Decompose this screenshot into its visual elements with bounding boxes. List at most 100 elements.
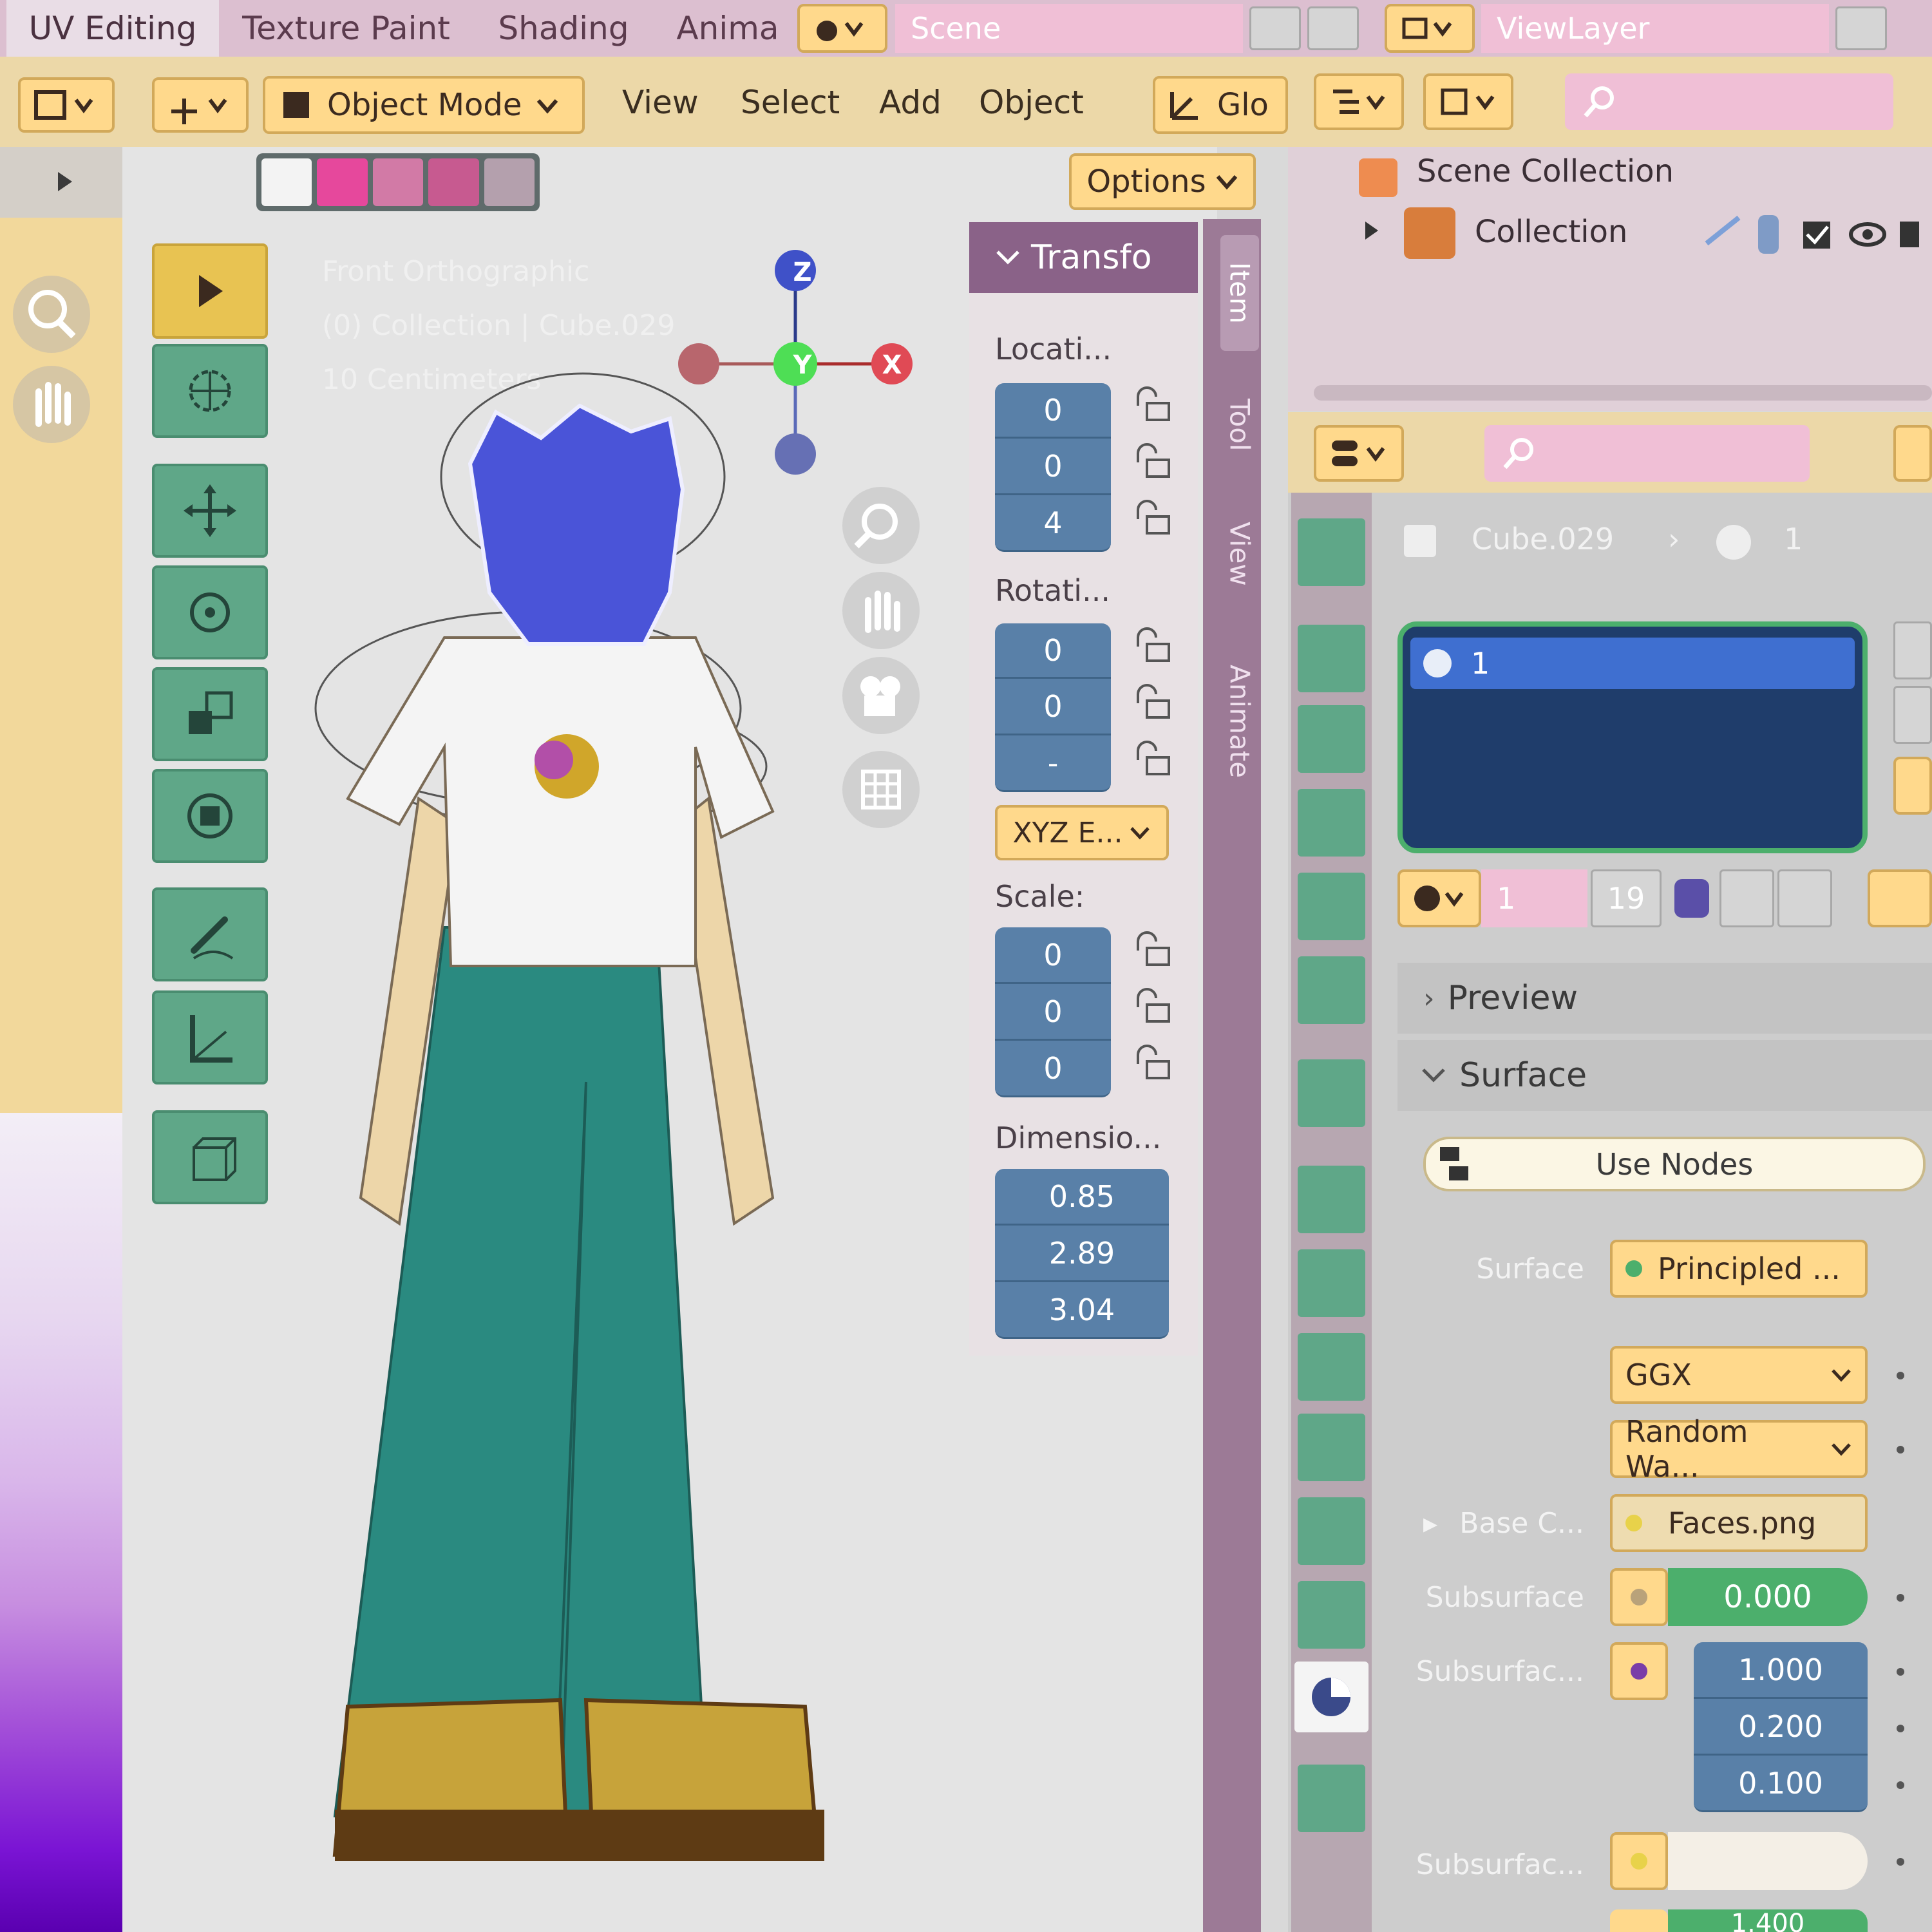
data-tab-icon[interactable] — [1298, 1581, 1365, 1649]
scene-name-field[interactable]: Scene — [895, 4, 1243, 53]
mode-selector[interactable]: Object Mode — [263, 76, 585, 134]
surface-shader-select[interactable]: Principled ... — [1610, 1240, 1868, 1298]
transform-panel-header[interactable]: Transfo — [969, 222, 1198, 293]
slot-specials-button[interactable] — [1893, 757, 1932, 815]
properties-search-input[interactable] — [1484, 425, 1810, 482]
pan-hand-icon[interactable] — [13, 366, 90, 443]
select-invert-icon[interactable] — [428, 158, 479, 206]
dimension-y-field[interactable]: 2.89 — [995, 1226, 1169, 1282]
tab-animate[interactable]: Animate — [1220, 638, 1259, 805]
keyframe-dot-icon[interactable] — [1897, 1781, 1904, 1789]
fake-user-shield-icon[interactable] — [1674, 879, 1709, 918]
orientation-selector[interactable]: Glo — [1153, 76, 1288, 134]
tool-select-box[interactable] — [152, 243, 268, 339]
properties-options-button[interactable] — [1893, 425, 1932, 482]
base-color-texture-select[interactable]: Faces.png — [1610, 1494, 1868, 1552]
world-tab-icon[interactable] — [1298, 956, 1365, 1024]
location-x-field[interactable]: 0 — [995, 383, 1111, 439]
outliner-scrollbar[interactable] — [1314, 385, 1932, 401]
keyframe-dot-icon[interactable] — [1897, 1668, 1904, 1676]
tab-shading[interactable]: Shading — [473, 0, 654, 57]
subsurface-radius-x-field[interactable]: 1.000 — [1694, 1642, 1868, 1699]
material-tab-icon[interactable] — [1294, 1662, 1368, 1732]
duplicate-material-icon[interactable] — [1719, 869, 1774, 927]
transform-pivot-button[interactable] — [152, 77, 249, 133]
unlink-material-icon[interactable] — [1777, 869, 1832, 927]
dimension-z-field[interactable]: 3.04 — [995, 1282, 1169, 1339]
tool-scale[interactable] — [152, 667, 268, 761]
outliner-search-input[interactable] — [1565, 73, 1893, 130]
scale-z-field[interactable]: 0 — [995, 1041, 1111, 1097]
scale-y-field[interactable]: 0 — [995, 984, 1111, 1041]
add-slot-icon[interactable] — [1893, 621, 1932, 679]
subsurface-color-swatch[interactable] — [1668, 1832, 1868, 1890]
viewlayer-selector-button[interactable] — [1385, 4, 1475, 53]
new-scene-icon[interactable] — [1249, 6, 1301, 50]
scene-selector-button[interactable] — [797, 4, 887, 53]
material-slot-row[interactable]: 1 — [1410, 638, 1855, 689]
modifier-tab-icon[interactable] — [1298, 1249, 1365, 1317]
particles-tab-icon[interactable] — [1298, 1333, 1365, 1401]
expand-arrow-icon[interactable] — [1359, 218, 1385, 243]
viewlayer-name-field[interactable]: ViewLayer — [1481, 4, 1829, 53]
tool-settings-tab-icon[interactable] — [1298, 518, 1365, 586]
zoom-icon[interactable] — [13, 276, 90, 353]
preview-panel-header[interactable]: › Preview — [1397, 963, 1932, 1034]
tool-rotate[interactable] — [152, 565, 268, 659]
delete-scene-icon[interactable] — [1307, 6, 1359, 50]
rotation-z-field[interactable]: - — [995, 735, 1111, 792]
scene-collection-label[interactable]: Scene Collection — [1417, 153, 1674, 189]
display-mode-button[interactable] — [1423, 73, 1513, 130]
output-tab-icon[interactable] — [1298, 705, 1365, 773]
tool-annotate[interactable] — [152, 887, 268, 981]
view-layer-tab-icon[interactable] — [1298, 789, 1365, 857]
dimension-x-field[interactable]: 0.85 — [995, 1169, 1169, 1226]
tab-uv-editing[interactable]: UV Editing — [6, 0, 219, 57]
browse-material-button[interactable] — [1397, 869, 1481, 927]
tab-texture-paint[interactable]: Texture Paint — [222, 0, 470, 57]
scene-tab-icon[interactable] — [1298, 873, 1365, 940]
render-tab-icon[interactable] — [1298, 625, 1365, 692]
user-count-button[interactable]: 19 — [1591, 869, 1662, 927]
keyframe-dot-icon[interactable] — [1897, 1725, 1904, 1732]
keyframe-dot-icon[interactable] — [1897, 1594, 1904, 1602]
camera-icon[interactable] — [1900, 222, 1919, 247]
options-button[interactable]: Options — [1069, 153, 1256, 210]
subsurface-value-slider[interactable]: 0.000 — [1668, 1568, 1868, 1626]
use-nodes-button[interactable]: Use Nodes — [1423, 1137, 1926, 1191]
select-new-icon[interactable] — [261, 158, 312, 206]
menu-add[interactable]: Add — [879, 84, 942, 121]
collection-tab-icon[interactable] — [1298, 1059, 1365, 1127]
filter-button[interactable] — [1868, 869, 1932, 927]
tool-cursor[interactable] — [152, 344, 268, 438]
tab-item[interactable]: Item — [1220, 235, 1259, 351]
subsurface-radius-z-field[interactable]: 0.100 — [1694, 1756, 1868, 1812]
remove-slot-icon[interactable] — [1893, 686, 1932, 744]
tool-measure[interactable] — [152, 990, 268, 1084]
subsurface-socket-button[interactable] — [1610, 1568, 1668, 1626]
tab-view[interactable]: View — [1220, 496, 1259, 612]
location-z-field[interactable]: 4 — [995, 495, 1111, 552]
keyframe-dot-icon[interactable] — [1897, 1372, 1904, 1379]
scale-x-field[interactable]: 0 — [995, 927, 1111, 984]
physics-tab-icon[interactable] — [1298, 1414, 1365, 1481]
rotation-x-field[interactable]: 0 — [995, 623, 1111, 679]
menu-object[interactable]: Object — [979, 84, 1084, 121]
location-y-field[interactable]: 0 — [995, 439, 1111, 495]
constraints-tab-icon[interactable] — [1298, 1497, 1365, 1565]
subsurface-color-socket-button[interactable] — [1610, 1832, 1668, 1890]
keyframe-dot-icon[interactable] — [1897, 1858, 1904, 1866]
distribution-select[interactable]: GGX — [1610, 1346, 1868, 1404]
collection-label[interactable]: Collection — [1475, 214, 1627, 250]
subsurface-radius-socket-button[interactable] — [1610, 1642, 1668, 1700]
tab-tool[interactable]: Tool — [1220, 367, 1259, 483]
rotation-y-field[interactable]: 0 — [995, 679, 1111, 735]
new-viewlayer-icon[interactable] — [1835, 6, 1887, 50]
object-tab-icon[interactable] — [1298, 1166, 1365, 1233]
expand-arrow-icon[interactable] — [52, 169, 77, 194]
subsurface-radius-y-field[interactable]: 0.200 — [1694, 1699, 1868, 1756]
next-value-slider[interactable]: 1.400 — [1668, 1909, 1868, 1932]
hide-toggle-icon[interactable] — [1758, 215, 1779, 254]
outliner-editor-type-button[interactable] — [1314, 73, 1404, 130]
keyframe-dot-icon[interactable] — [1897, 1446, 1904, 1454]
